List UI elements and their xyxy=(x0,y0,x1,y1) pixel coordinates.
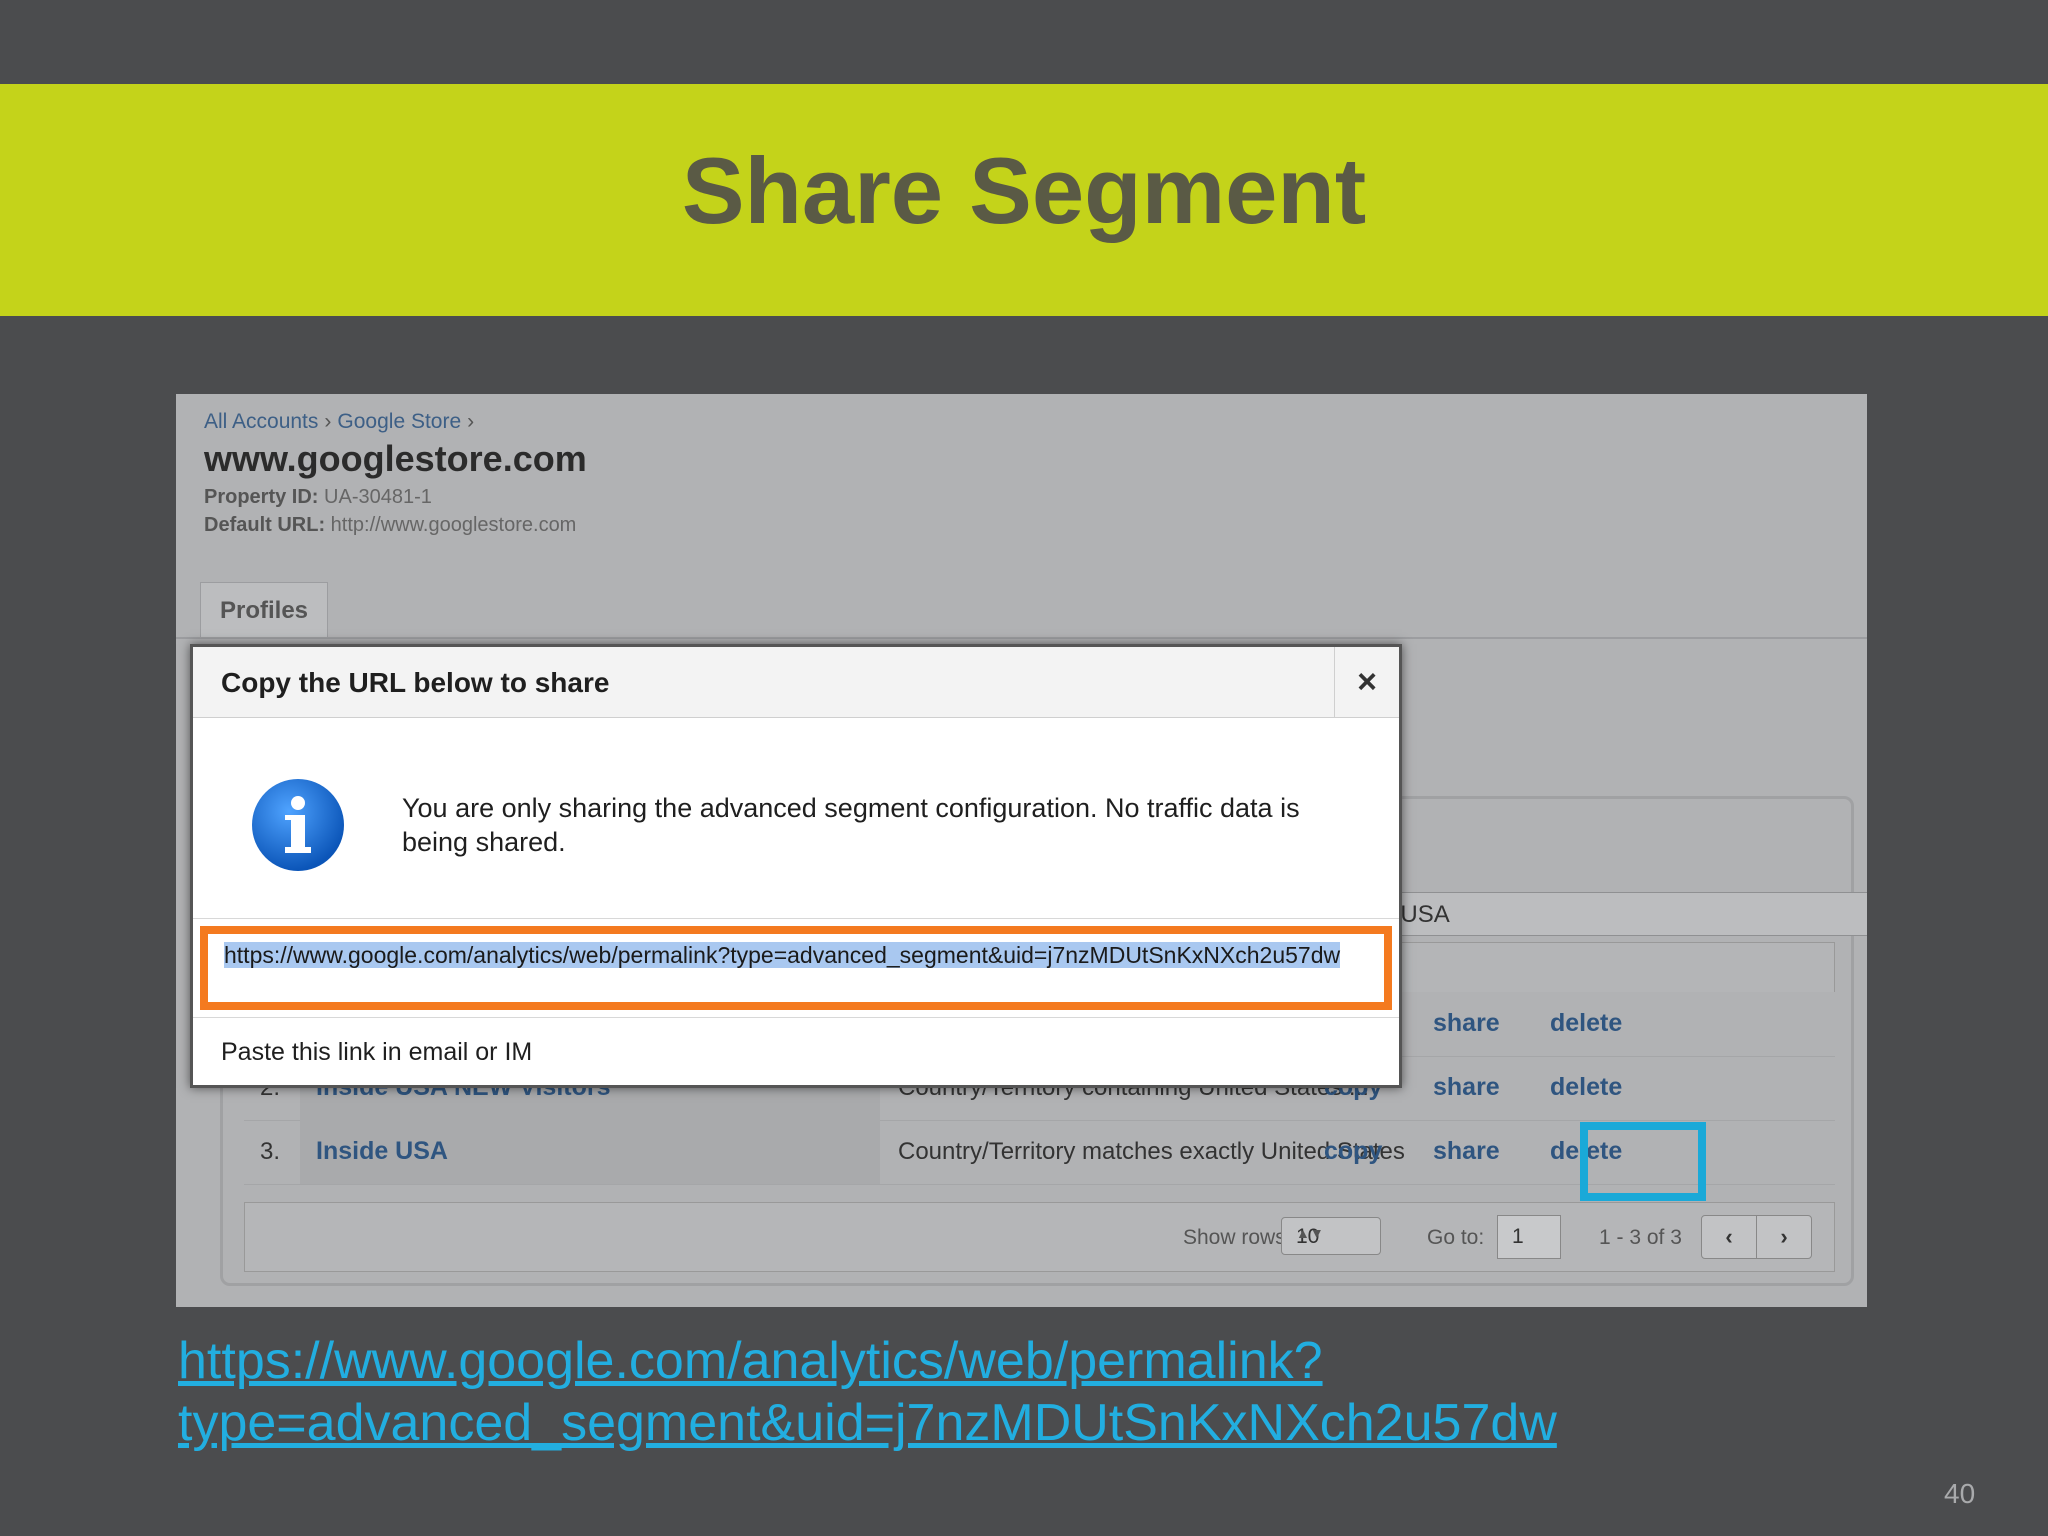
close-icon: × xyxy=(1357,662,1377,701)
url-field[interactable]: https://www.google.com/analytics/web/per… xyxy=(200,926,1392,1010)
tab-profiles[interactable]: Profiles xyxy=(200,582,328,638)
divider xyxy=(193,918,1399,919)
dialog-header: Copy the URL below to share × xyxy=(193,647,1399,718)
breadcrumb-google-store[interactable]: Google Store xyxy=(337,410,461,433)
property-id: Property ID: UA-30481-1 xyxy=(204,486,432,508)
share-dialog: Copy the URL below to share × You are on… xyxy=(190,644,1402,1088)
title-banner: Share Segment xyxy=(0,84,2048,316)
close-button[interactable]: × xyxy=(1334,647,1399,717)
goto-input[interactable]: 1 xyxy=(1497,1215,1561,1259)
share-link[interactable]: share xyxy=(1433,1073,1500,1102)
permalink-link[interactable]: https://www.google.com/analytics/web/per… xyxy=(178,1330,1557,1454)
show-rows-select[interactable]: 10 ▲▼ xyxy=(1281,1217,1381,1255)
page-number: 40 xyxy=(1944,1478,1976,1509)
breadcrumb-all-accounts[interactable]: All Accounts xyxy=(204,410,318,433)
copy-link[interactable]: copy xyxy=(1324,1137,1382,1166)
property-title: www.googlestore.com xyxy=(204,438,587,479)
pagination-bar: Show rows: 10 ▲▼ Go to: 1 1 - 3 of 3 ‹ › xyxy=(244,1202,1835,1272)
delete-link[interactable]: delete xyxy=(1550,1073,1622,1102)
slide-title: Share Segment xyxy=(681,138,1367,243)
select-arrows-icon: ▲▼ xyxy=(1296,1225,1324,1241)
default-url: Default URL: http://www.googlestore.com xyxy=(204,514,577,536)
segment-name-link[interactable]: Inside USA xyxy=(316,1137,448,1166)
chevron-right-icon: › xyxy=(1780,1224,1788,1249)
share-link[interactable]: share xyxy=(1433,1137,1500,1166)
dialog-message: You are only sharing the advanced segmen… xyxy=(402,793,1300,857)
delete-link[interactable]: delete xyxy=(1550,1009,1622,1038)
segment-search-input[interactable]: de USA xyxy=(1366,892,1867,936)
prev-page-button[interactable]: ‹ xyxy=(1701,1215,1757,1259)
info-icon xyxy=(252,779,344,871)
row-count: 1 - 3 of 3 xyxy=(1599,1226,1682,1249)
selected-url[interactable]: https://www.google.com/analytics/web/per… xyxy=(224,942,1341,968)
next-page-button[interactable]: › xyxy=(1756,1215,1812,1259)
dialog-title: Copy the URL below to share xyxy=(221,667,610,698)
share-link[interactable]: share xyxy=(1433,1009,1500,1038)
chevron-left-icon: ‹ xyxy=(1725,1224,1733,1249)
divider xyxy=(193,1017,1399,1018)
tab-divider xyxy=(176,637,1867,639)
dialog-footer-text: Paste this link in email or IM xyxy=(221,1038,533,1066)
share-highlight-box xyxy=(1580,1122,1706,1201)
breadcrumb: All Accounts › Google Store › xyxy=(204,410,475,433)
